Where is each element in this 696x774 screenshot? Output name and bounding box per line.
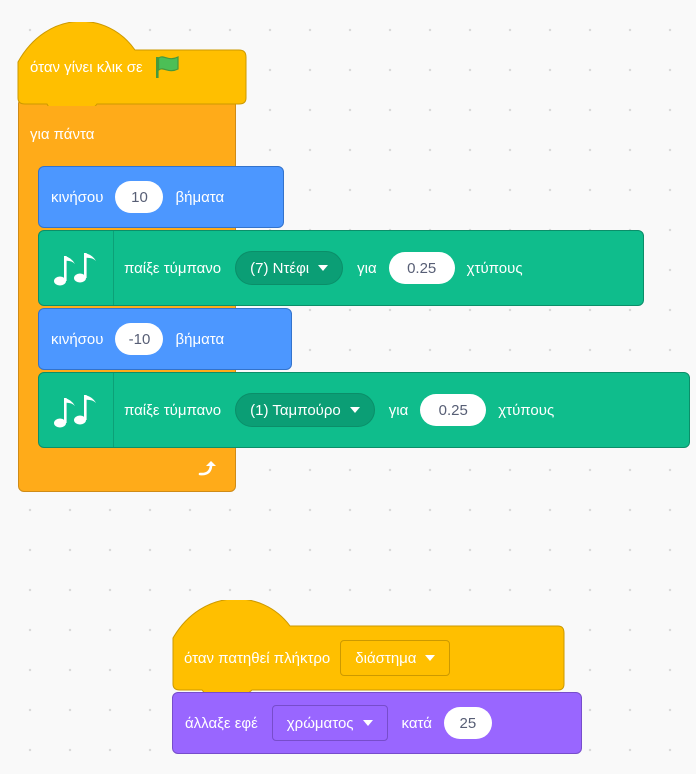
extension-divider: [113, 231, 114, 305]
drum-dropdown[interactable]: (1) Ταμπούρο: [235, 393, 375, 427]
change-effect-label: άλλαξε εφέ: [185, 714, 258, 732]
beats-unit-label: χτύπους: [498, 401, 555, 419]
effect-dropdown[interactable]: χρώματος: [271, 705, 388, 741]
by-label: κατά: [401, 714, 432, 732]
green-flag-icon: [153, 54, 181, 80]
steps-unit-label: βήματα: [175, 330, 225, 348]
forever-label-row: για πάντα: [30, 121, 94, 147]
chevron-down-icon: [362, 720, 373, 726]
drum-dropdown[interactable]: (7) Ντέφι: [235, 251, 344, 285]
loop-arrow-icon: [196, 458, 218, 480]
beats-input[interactable]: 0.25: [420, 394, 487, 426]
hat-label: όταν γίνει κλικ σε: [30, 58, 143, 76]
when-key-pressed-label: όταν πατηθεί πλήκτρο: [184, 649, 331, 667]
extension-divider: [113, 373, 114, 447]
key-dropdown[interactable]: διάστημα: [340, 640, 451, 676]
steps-unit-label: βήματα: [175, 188, 225, 206]
steps-input[interactable]: -10: [115, 323, 164, 355]
move-steps-block[interactable]: κινήσου 10 βήματα: [38, 166, 284, 228]
for-label: για: [357, 259, 377, 277]
when-key-pressed-block[interactable]: όταν πατηθεί πλήκτρο διάστημα: [184, 638, 451, 678]
move-label: κινήσου: [51, 330, 104, 348]
drum-dropdown-value: (1) Ταμπούρο: [250, 401, 341, 419]
effect-dropdown-value: χρώματος: [286, 714, 354, 732]
when-flag-clicked-block[interactable]: όταν γίνει κλικ σε: [30, 52, 181, 82]
forever-label: για πάντα: [30, 125, 95, 143]
music-notes-icon: [53, 248, 99, 288]
beats-input[interactable]: 0.25: [388, 252, 455, 284]
steps-input[interactable]: 10: [115, 181, 164, 213]
music-notes-icon: [53, 390, 99, 430]
play-drum-label: παίξε τύμπανο: [124, 401, 222, 419]
change-effect-block[interactable]: άλλαξε εφέ χρώματος κατά 25: [172, 692, 582, 754]
chevron-down-icon: [318, 265, 329, 271]
play-drum-block[interactable]: παίξε τύμπανο (1) Ταμπούρο για 0.25 χτύπ…: [38, 372, 690, 448]
drum-dropdown-value: (7) Ντέφι: [250, 259, 310, 277]
for-label: για: [388, 401, 409, 419]
move-label: κινήσου: [51, 188, 104, 206]
chevron-down-icon: [425, 655, 436, 661]
play-drum-block[interactable]: παίξε τύμπανο (7) Ντέφι για 0.25 χτύπους: [38, 230, 644, 306]
chevron-down-icon: [349, 407, 360, 413]
beats-unit-label: χτύπους: [466, 259, 523, 277]
effect-amount-input[interactable]: 25: [443, 707, 492, 739]
key-dropdown-value: διάστημα: [355, 649, 417, 667]
play-drum-label: παίξε τύμπανο: [124, 259, 222, 277]
move-steps-block[interactable]: κινήσου -10 βήματα: [38, 308, 292, 370]
